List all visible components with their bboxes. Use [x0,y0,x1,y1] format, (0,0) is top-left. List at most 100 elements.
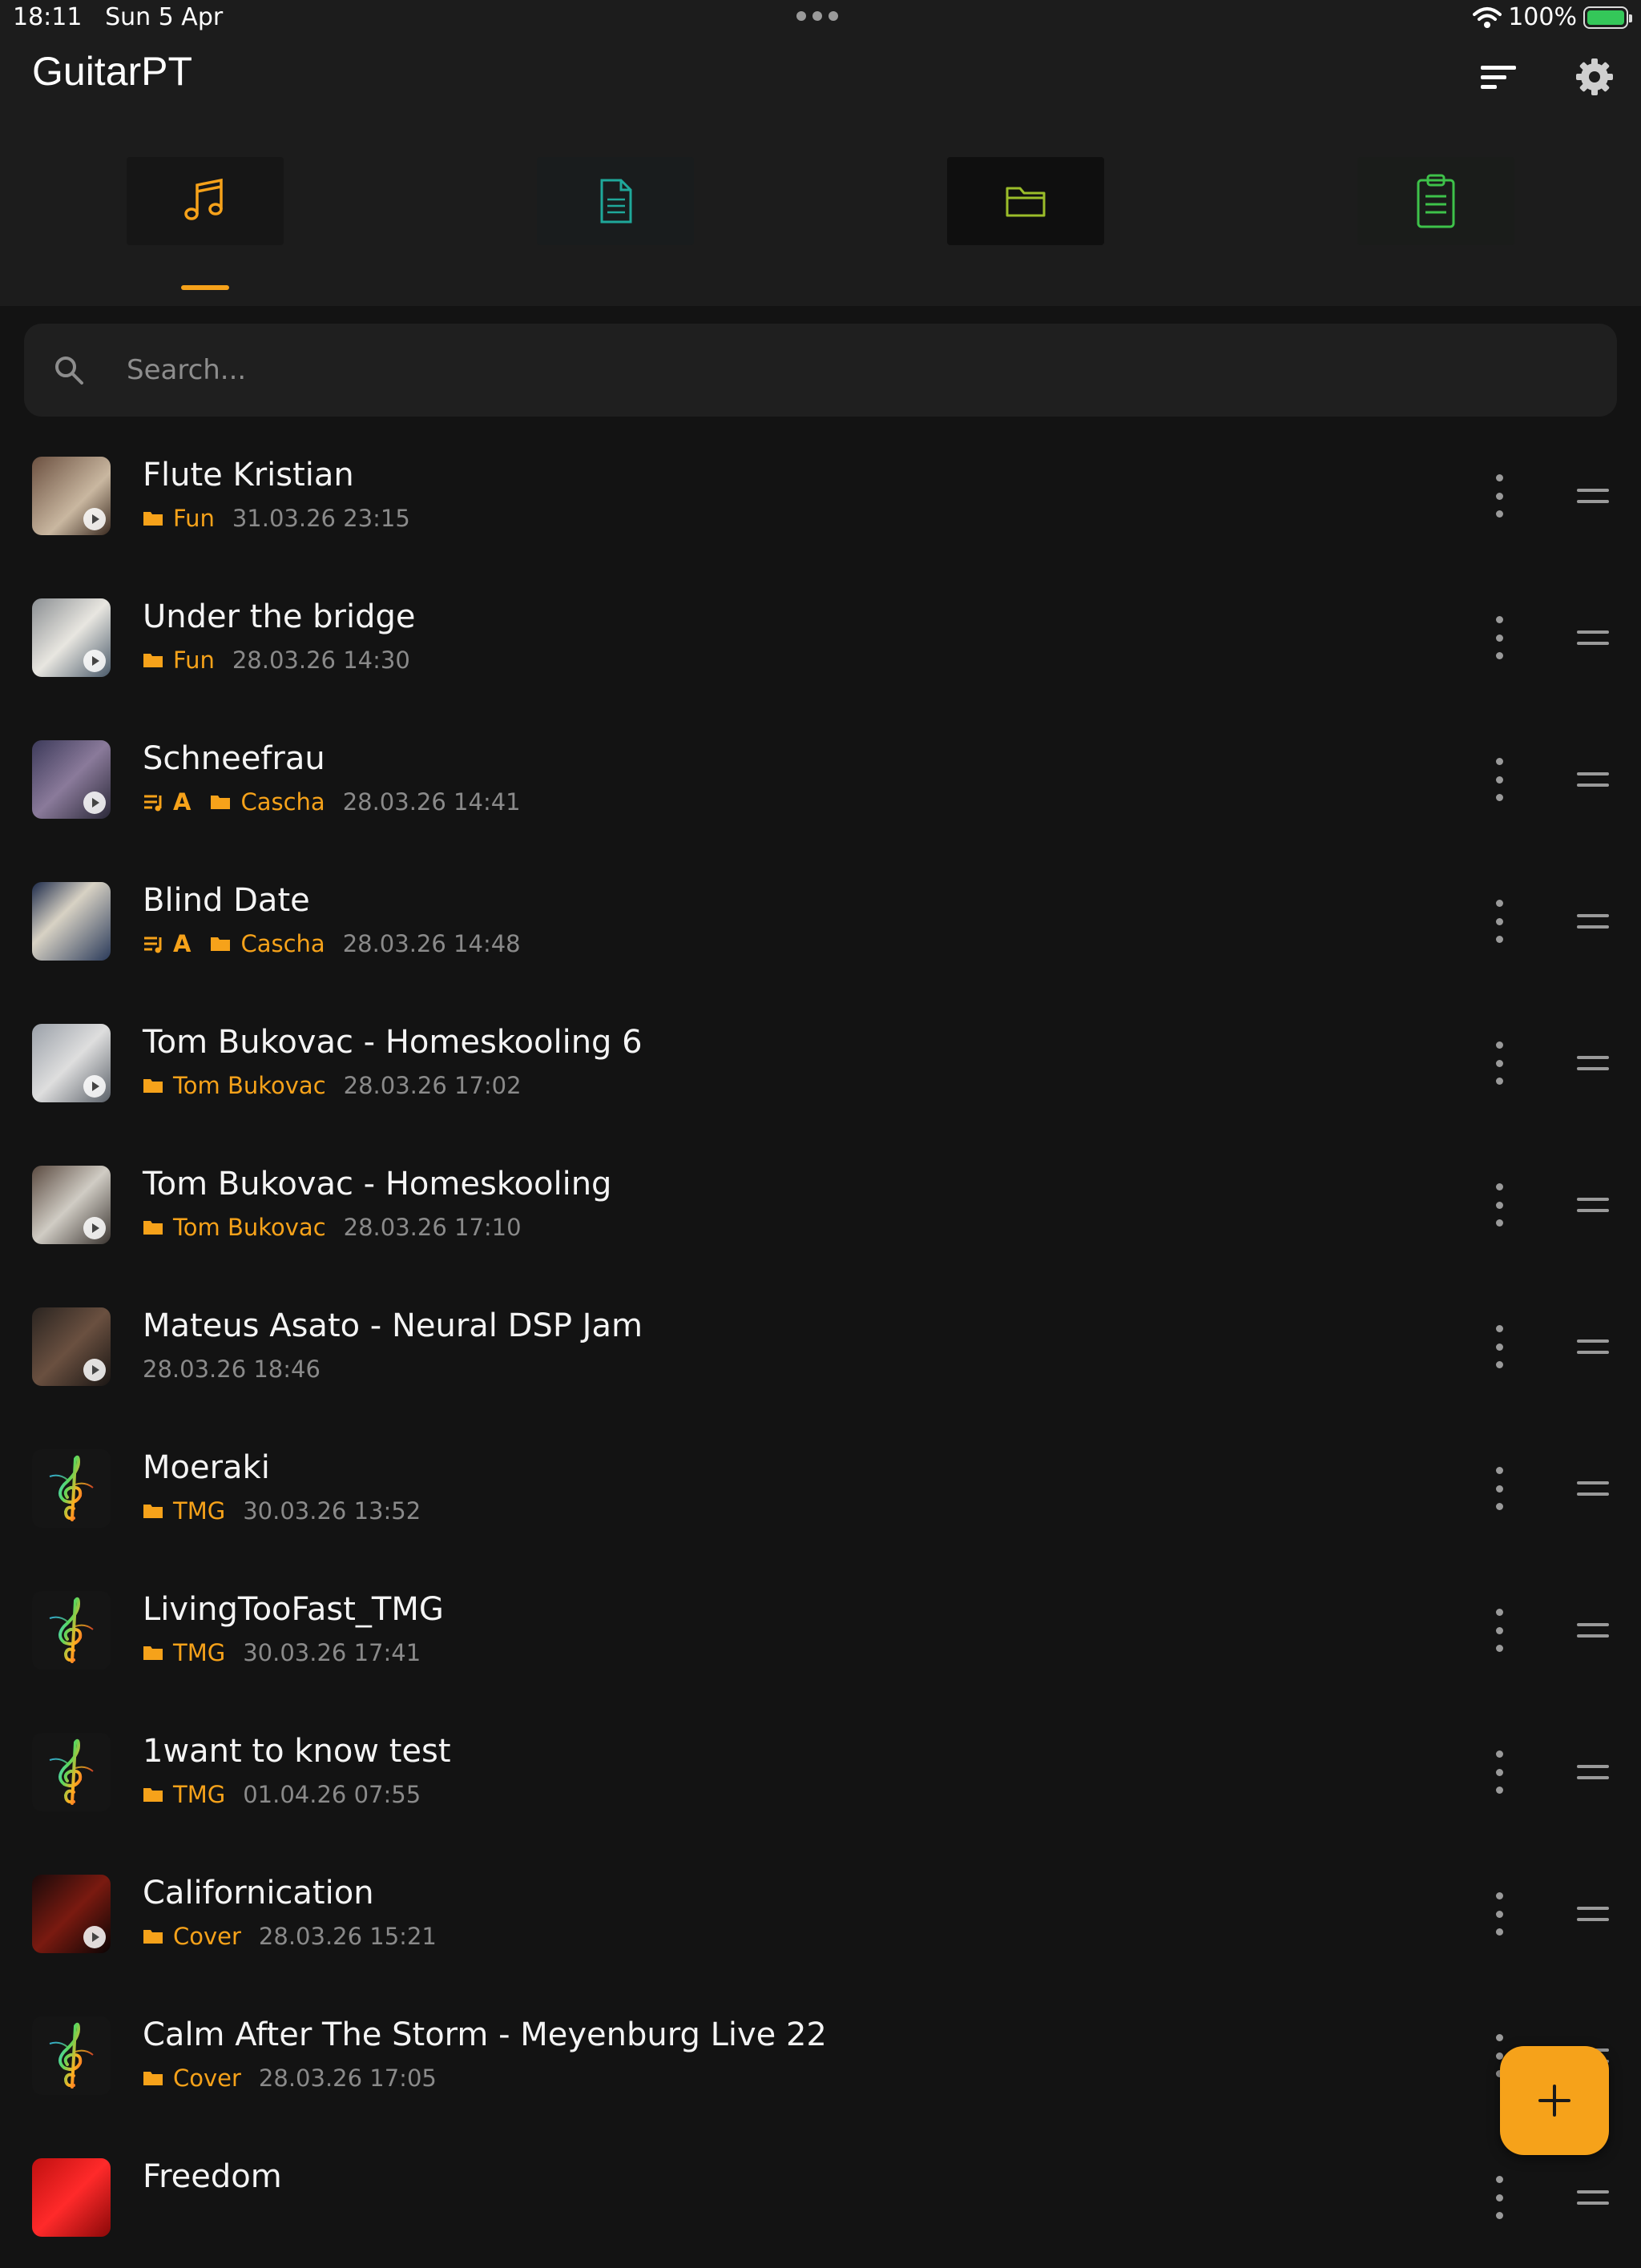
more-options-icon[interactable] [1486,1892,1513,1936]
more-options-icon[interactable] [1486,2176,1513,2219]
folder-icon [143,1930,163,1944]
folder-icon [143,1788,163,1802]
song-thumbnail [32,2158,111,2237]
song-title: 1want to know test [143,1733,451,1770]
song-folder: Tom Bukovac [143,1214,326,1241]
play-icon [83,1926,106,1948]
tab-setlists[interactable] [1357,157,1514,245]
more-options-icon[interactable] [1486,1750,1513,1794]
song-thumbnail [32,1166,111,1244]
song-date: 28.03.26 18:46 [143,1356,321,1383]
folder-icon [143,1221,163,1235]
more-options-icon[interactable] [1486,900,1513,943]
drag-handle-icon[interactable] [1577,489,1609,503]
song-row[interactable]: Tom Bukovac - Homeskooling 6 Tom Bukovac… [0,992,1641,1134]
song-row[interactable]: Under the bridge Fun 28.03.26 14:30 [0,566,1641,708]
song-thumbnail [32,1307,111,1386]
song-date: 28.03.26 15:21 [258,1923,437,1950]
song-date: 01.04.26 07:55 [243,1781,421,1808]
song-date: 31.03.26 23:15 [232,505,410,532]
song-meta: Fun 28.03.26 14:30 [143,647,410,674]
song-folder: Cascha [210,930,325,957]
treble-clef-icon [49,2022,94,2089]
song-title: Calm After The Storm - Meyenburg Live 22 [143,2016,827,2053]
drag-handle-icon[interactable] [1577,1907,1609,1921]
treble-clef-icon [49,1597,94,1663]
more-options-icon[interactable] [1486,1041,1513,1085]
drag-handle-icon[interactable] [1577,1765,1609,1779]
drag-handle-icon[interactable] [1577,1339,1609,1354]
more-options-icon[interactable] [1486,1609,1513,1652]
search-icon [55,357,83,385]
song-row[interactable]: Tom Bukovac - Homeskooling Tom Bukovac 28… [0,1134,1641,1275]
drag-handle-icon[interactable] [1577,1481,1609,1496]
more-options-icon[interactable] [1486,616,1513,659]
more-options-icon[interactable] [1486,758,1513,801]
song-row[interactable]: Californication Cover 28.03.26 15:21 [0,1843,1641,1984]
sort-icon[interactable] [1476,54,1521,99]
song-thumbnail [32,598,111,677]
song-title: Flute Kristian [143,457,354,493]
search-input[interactable]: Search... [127,354,246,386]
song-row[interactable]: Freedom [0,2126,1641,2268]
song-folder: Fun [143,647,215,674]
song-title: Under the bridge [143,598,416,635]
song-folder: Cover [143,2065,241,2092]
more-options-icon[interactable] [1486,474,1513,518]
song-meta: Cover 28.03.26 15:21 [143,1923,437,1950]
play-icon [83,1217,106,1239]
song-meta: Fun 31.03.26 23:15 [143,505,410,532]
tab-songs[interactable] [127,157,284,245]
song-row[interactable]: Moeraki TMG 30.03.26 13:52 [0,1417,1641,1559]
song-row[interactable]: Blind Date A Cascha 28.03.26 14:48 [0,850,1641,992]
folder-icon [143,654,163,667]
song-meta: Cover 28.03.26 17:05 [143,2065,437,2092]
drag-handle-icon[interactable] [1577,2190,1609,2205]
song-row[interactable]: Schneefrau A Cascha 28.03.26 14:41 [0,708,1641,850]
drag-handle-icon[interactable] [1577,630,1609,645]
drag-handle-icon[interactable] [1577,772,1609,787]
song-row[interactable]: Mateus Asato - Neural DSP Jam 28.03.26 1… [0,1275,1641,1417]
drag-handle-icon[interactable] [1577,1198,1609,1212]
plus-icon [1538,2085,1570,2117]
song-thumbnail [32,882,111,961]
song-meta: Tom Bukovac 28.03.26 17:10 [143,1214,522,1241]
tab-selected-indicator [181,285,229,290]
app-title: GuitarPT [32,49,193,94]
song-thumbnail [32,1024,111,1102]
more-options-icon[interactable] [1486,1183,1513,1227]
song-folder: Cover [143,1923,241,1950]
song-thumbnail [32,1591,111,1670]
song-title: Blind Date [143,882,310,919]
gear-icon[interactable] [1572,54,1617,99]
song-thumbnail [32,2016,111,2095]
drag-handle-icon[interactable] [1577,1623,1609,1638]
song-title: Tom Bukovac - Homeskooling [143,1166,612,1202]
song-thumbnail [32,457,111,535]
song-row[interactable]: 1want to know test TMG 01.04.26 07:55 [0,1701,1641,1843]
play-icon [83,792,106,814]
song-row[interactable]: LivingTooFast_TMG TMG 30.03.26 17:41 [0,1559,1641,1701]
tab-folders[interactable] [947,157,1104,245]
song-thumbnail [32,740,111,819]
drag-handle-icon[interactable] [1577,1056,1609,1070]
add-song-button[interactable] [1500,2046,1609,2155]
play-icon [83,1359,106,1381]
song-key: A [143,930,191,957]
play-icon [83,650,106,672]
multitasking-dots-icon[interactable] [796,11,838,21]
song-folder: Cascha [210,788,325,816]
more-options-icon[interactable] [1486,1325,1513,1368]
tab-documents[interactable] [537,157,694,245]
song-row[interactable]: Calm After The Storm - Meyenburg Live 22… [0,1984,1641,2126]
drag-handle-icon[interactable] [1577,914,1609,929]
clipboard-icon [1417,174,1455,228]
folder-icon [143,1079,163,1093]
folder-icon [143,2072,163,2085]
song-row[interactable]: Flute Kristian Fun 31.03.26 23:15 [0,425,1641,566]
search-bar[interactable]: Search... [24,324,1617,417]
status-right: 100% [1473,3,1632,31]
song-date: 28.03.26 14:41 [342,788,521,816]
more-options-icon[interactable] [1486,1467,1513,1510]
song-thumbnail [32,1733,111,1811]
